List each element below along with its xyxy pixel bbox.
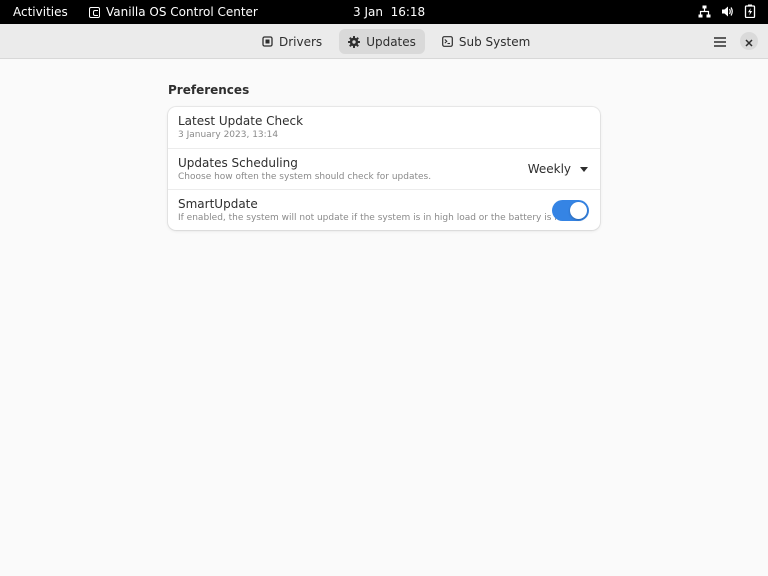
activities-button[interactable]: Activities (13, 5, 68, 19)
gear-icon (348, 35, 361, 48)
row-subtitle: 3 January 2023, 13:14 (178, 130, 279, 140)
close-button[interactable] (740, 32, 758, 50)
tab-label: Sub System (458, 34, 531, 49)
chip-icon (262, 36, 273, 47)
hamburger-menu-icon (714, 32, 726, 51)
view-switcher: Drivers Updates Sub System (253, 29, 539, 54)
preferences-heading: Preferences (168, 83, 250, 97)
updates-scheduling-row: Updates Scheduling Choose how often the … (168, 148, 600, 189)
system-status-area[interactable] (698, 4, 756, 18)
clock[interactable]: 3 Jan 16:18 (353, 5, 425, 19)
network-icon (698, 5, 711, 18)
volume-icon (721, 5, 734, 18)
dropdown-arrow-icon (580, 166, 588, 172)
toggle-knob (570, 202, 587, 219)
smartupdate-row: SmartUpdate If enabled, the system will … (168, 189, 600, 230)
preferences-list: Latest Update Check 3 January 2023, 13:1… (168, 107, 600, 230)
top-bar: Activities Vanilla OS Control Center 3 J… (0, 0, 768, 24)
schedule-value: Weekly (527, 162, 571, 176)
row-subtitle: If enabled, the system will not update i… (178, 213, 572, 223)
close-icon (745, 32, 753, 51)
app-icon (89, 6, 100, 18)
app-menu[interactable]: Vanilla OS Control Center (89, 5, 258, 19)
tab-label: Updates (366, 34, 416, 49)
row-title: Latest Update Check (178, 114, 304, 128)
tab-drivers[interactable]: Drivers (253, 29, 331, 54)
row-title: Updates Scheduling (178, 156, 298, 170)
main-menu-button[interactable] (710, 31, 730, 51)
app-name: Vanilla OS Control Center (106, 5, 258, 19)
row-title: SmartUpdate (178, 197, 258, 211)
tab-label: Drivers (279, 34, 323, 49)
battery-icon (744, 4, 756, 18)
terminal-icon (442, 36, 453, 47)
schedule-dropdown[interactable]: Weekly (528, 162, 588, 176)
header-bar: Drivers Updates Sub System (0, 24, 768, 59)
latest-update-check-row: Latest Update Check 3 January 2023, 13:1… (168, 107, 600, 148)
tab-sub-system[interactable]: Sub System (433, 29, 539, 54)
smartupdate-toggle[interactable] (552, 200, 589, 221)
tab-updates[interactable]: Updates (339, 29, 425, 54)
row-subtitle: Choose how often the system should check… (178, 172, 432, 182)
